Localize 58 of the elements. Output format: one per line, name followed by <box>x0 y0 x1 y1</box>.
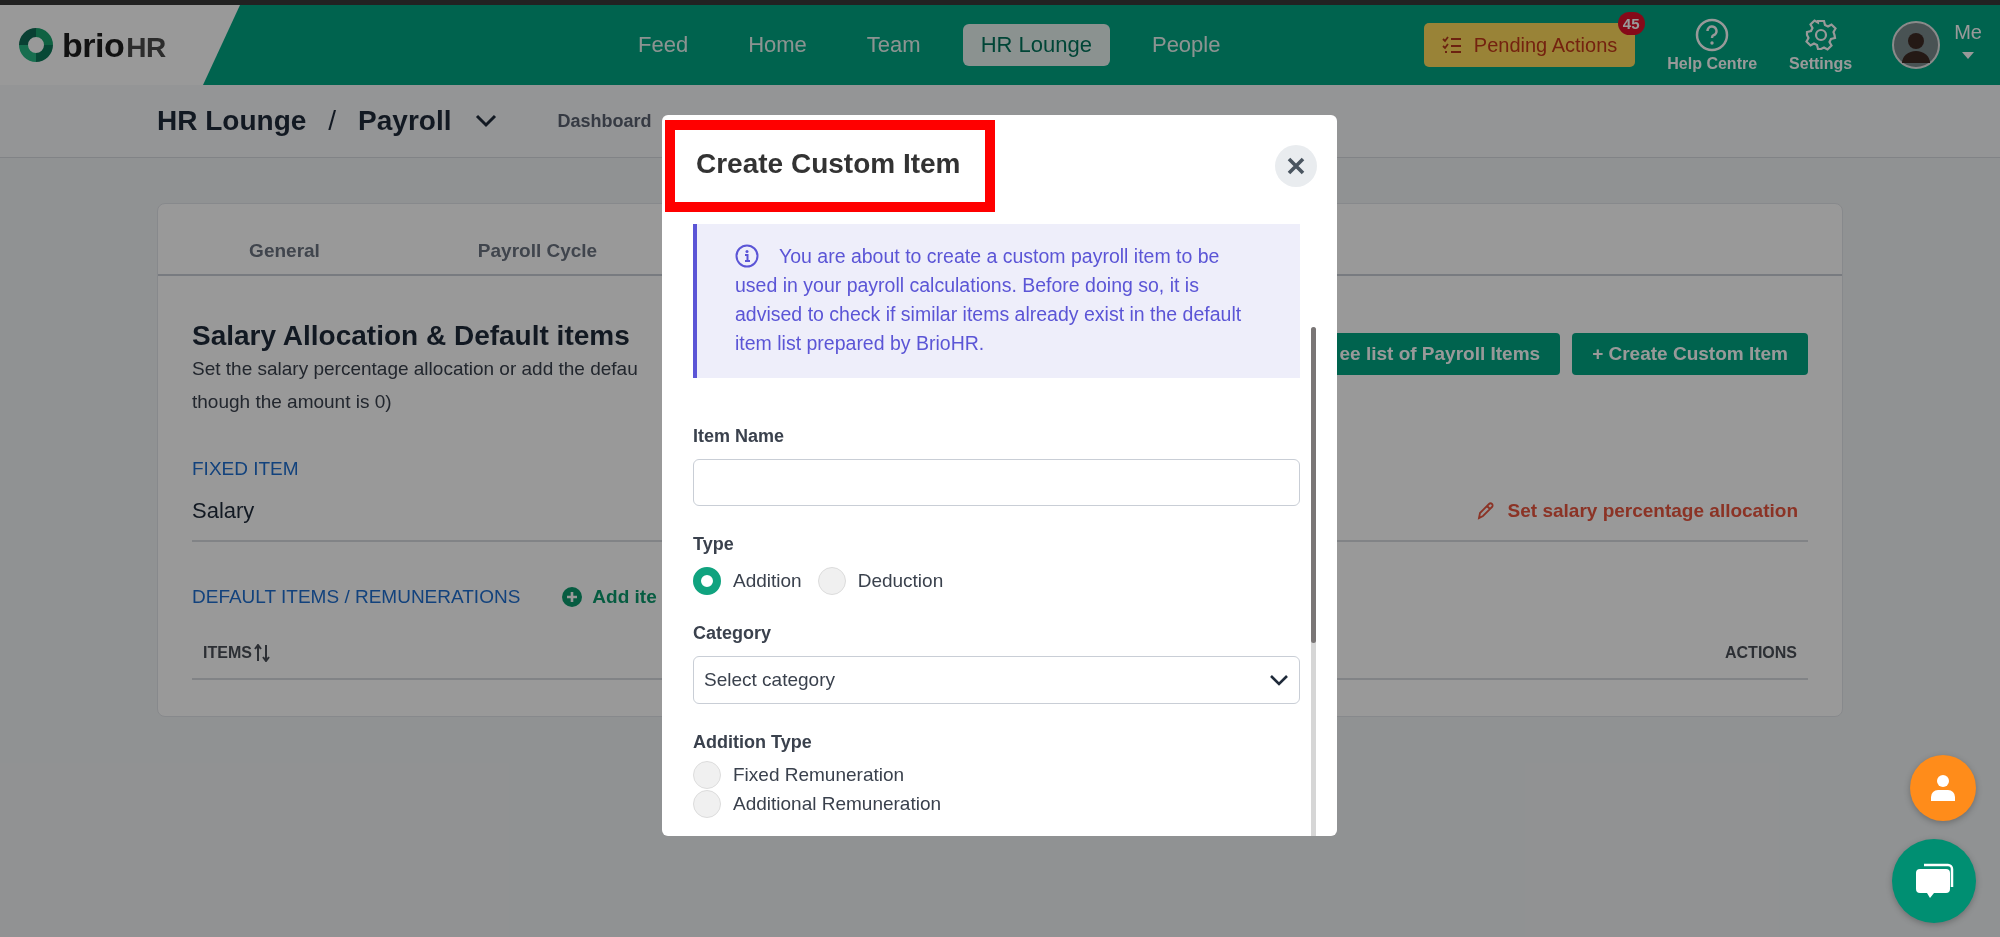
info-icon <box>735 244 759 268</box>
column-header: ACTIONS <box>1725 644 1797 662</box>
contact-button[interactable] <box>1910 755 1976 821</box>
brand-logo: brioHR <box>62 25 166 65</box>
set-allocation-link[interactable]: Set salary percentage allocation <box>1475 500 1798 522</box>
breadcrumb-page[interactable]: Payroll <box>358 105 452 137</box>
close-button[interactable] <box>1275 145 1317 187</box>
field-label: Type <box>693 534 735 555</box>
tab[interactable]: Payroll Cycle <box>411 240 664 274</box>
count-badge: 45 <box>1617 11 1645 35</box>
nav-tab[interactable]: HR Lounge <box>962 24 1110 66</box>
breadcrumb-section[interactable]: HR Lounge <box>157 105 307 137</box>
item-name: Salary <box>192 498 255 524</box>
breadcrumb-separator: / <box>328 105 337 137</box>
close-icon <box>1286 156 1306 176</box>
description-line: though the amount is 0) <box>192 390 393 414</box>
avatar-icon[interactable] <box>1892 21 1941 69</box>
dialog-title: Create Custom Item <box>665 120 995 212</box>
section-heading: FIXED ITEM <box>192 458 300 480</box>
checklist-icon <box>1441 36 1462 54</box>
settings-icon <box>1803 17 1838 52</box>
radio-label[interactable]: Fixed Remuneration <box>733 764 905 786</box>
caret-icon[interactable] <box>1962 51 1975 60</box>
nav-tab[interactable]: Feed <box>620 24 707 66</box>
radio-label[interactable]: Additional Remuneration <box>733 793 942 815</box>
tab[interactable]: General <box>158 240 411 274</box>
action-button[interactable]: + Create Custom Item <box>1572 333 1808 375</box>
scrollbar[interactable] <box>1311 327 1316 836</box>
swirl-logo-icon <box>16 25 56 65</box>
toolbar-link[interactable]: Settings <box>1789 17 1853 73</box>
plus-circle-icon <box>562 587 583 607</box>
item-name-field[interactable] <box>693 459 1300 506</box>
add-item-link[interactable]: Add ite <box>562 586 657 608</box>
radio-label[interactable]: Addition <box>733 570 802 592</box>
chat-button[interactable] <box>1892 839 1976 923</box>
field-label: Category <box>693 623 773 644</box>
field-label: Addition Type <box>693 732 813 753</box>
nav-tab[interactable]: People <box>1133 24 1239 66</box>
radio-label[interactable]: Deduction <box>857 570 944 592</box>
sort-icon[interactable] <box>253 644 270 662</box>
field-label: Item Name <box>693 426 786 447</box>
section-heading: DEFAULT ITEMS / REMUNERATIONS <box>192 586 521 608</box>
dashboard-link[interactable]: Dashboard <box>557 110 652 132</box>
user-menu-label[interactable]: Me <box>1954 20 1982 44</box>
description-line: Set the salary percentage allocation or add the defau <box>192 357 638 381</box>
chevron-down-icon <box>1269 674 1289 686</box>
toolbar-link[interactable]: Help Centre <box>1667 17 1758 73</box>
nav-tab[interactable]: Home <box>730 24 825 66</box>
info-text: You are about to create a custom payroll item to be used in your payroll calculations. Before doing so, it is advised to check if similar items already exist in the default item list prepared by BrioHR. <box>735 243 1243 356</box>
section-title: Salary Allocation & Default items <box>192 320 631 352</box>
radio-button[interactable] <box>693 567 721 595</box>
pencil-icon <box>1475 501 1496 521</box>
nav-tab[interactable]: Team <box>848 24 939 66</box>
help-icon <box>1695 17 1730 52</box>
chevron-down-icon[interactable] <box>475 114 498 128</box>
person-icon <box>1930 774 1956 802</box>
category-dropdown[interactable]: Select category <box>693 656 1300 704</box>
column-header[interactable]: ITEMS <box>203 644 252 662</box>
